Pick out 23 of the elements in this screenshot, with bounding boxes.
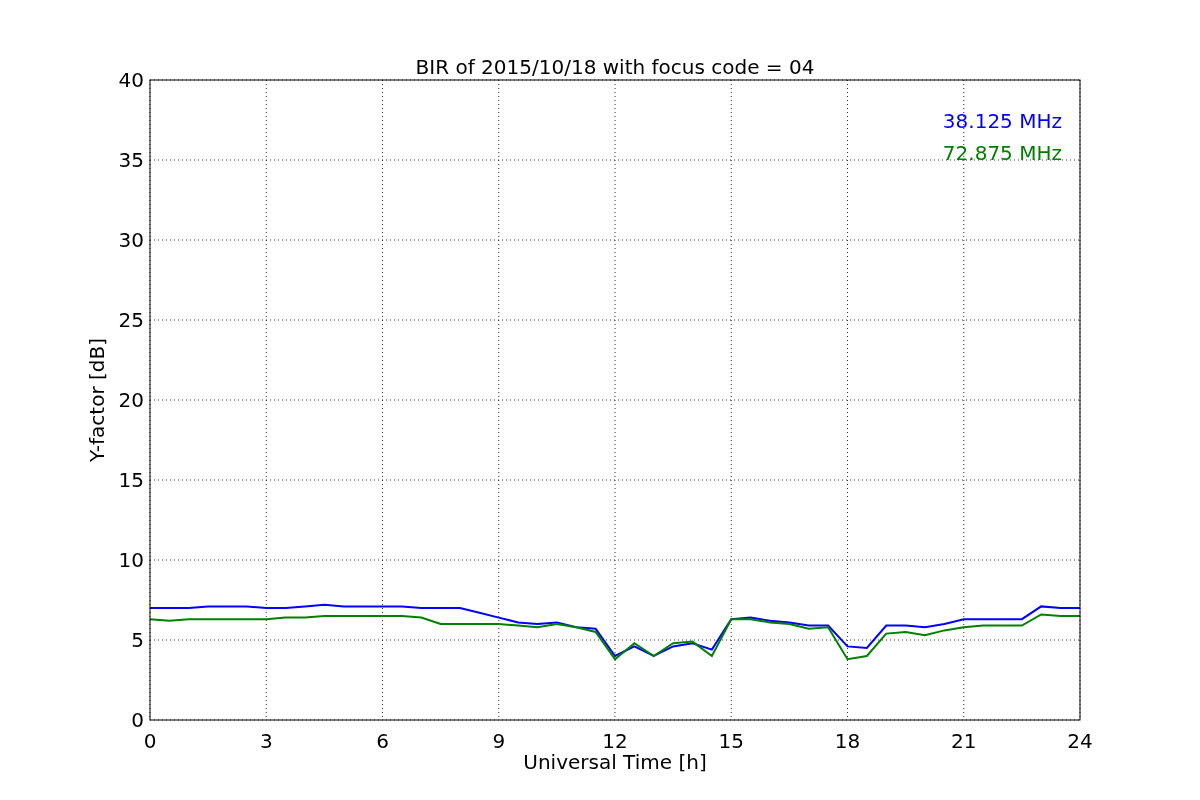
x-axis-label: Universal Time [h] <box>523 750 707 774</box>
x-tick-label: 18 <box>834 729 861 753</box>
x-tick-label: 3 <box>259 729 273 753</box>
y-tick-label: 5 <box>131 628 144 652</box>
x-tick-label: 9 <box>492 729 506 753</box>
y-tick-label: 40 <box>118 68 144 92</box>
y-tick-label: 25 <box>118 308 144 332</box>
y-tick-label: 10 <box>118 548 144 572</box>
x-tick-label: 0 <box>143 729 157 753</box>
y-tick-label: 0 <box>131 708 144 732</box>
x-tick-label: 24 <box>1067 729 1093 753</box>
x-tick-label: 12 <box>602 729 628 753</box>
x-tick-label: 21 <box>951 729 977 753</box>
y-tick-label: 30 <box>118 228 144 252</box>
legend-label: 38.125 MHz <box>942 109 1062 133</box>
x-tick-label: 15 <box>718 729 744 753</box>
y-tick-label: 15 <box>118 468 144 492</box>
y-tick-label: 35 <box>118 148 144 172</box>
chart-title: BIR of 2015/10/18 with focus code = 04 <box>415 55 815 79</box>
legend-label: 72.875 MHz <box>942 141 1062 165</box>
y-tick-label: 20 <box>118 388 144 412</box>
y-axis-label: Y-factor [dB] <box>85 338 109 462</box>
x-tick-label: 6 <box>376 729 389 753</box>
